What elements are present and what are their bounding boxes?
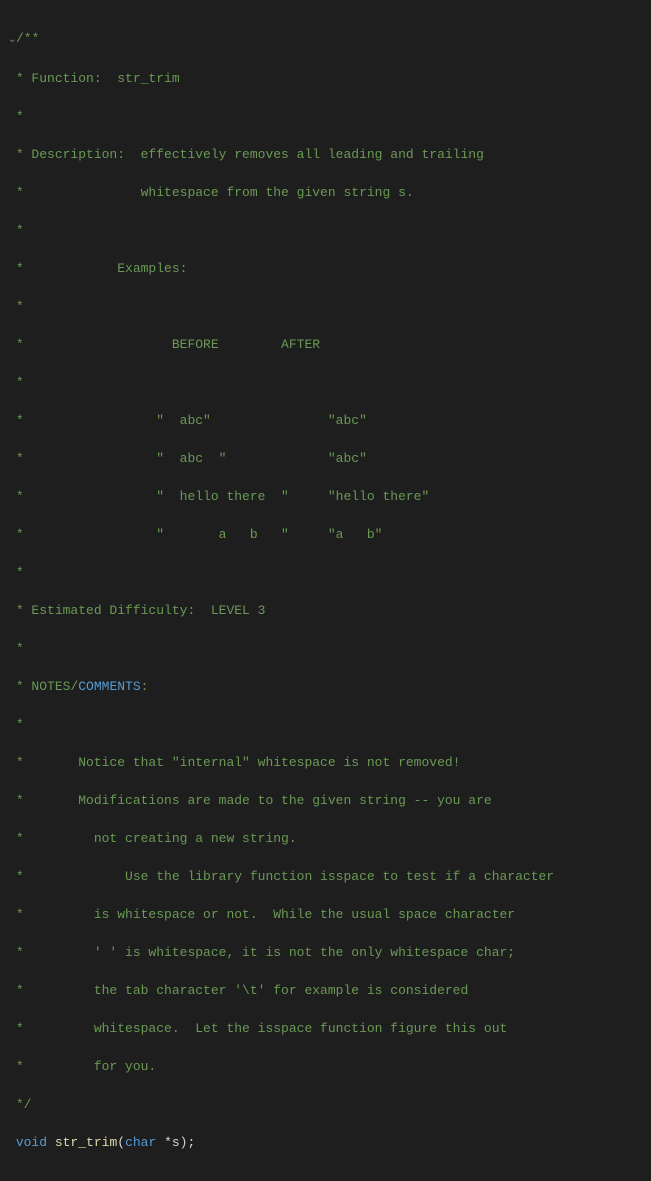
code-line: * not creating a new string. [8, 829, 651, 848]
comment-text: * NOTES/ [16, 679, 78, 694]
param-rest: *s); [156, 1135, 195, 1150]
code-line: ⌄/** [8, 29, 651, 50]
comment-text: * " hello there " "hello there" [16, 489, 429, 504]
code-line: * [8, 107, 651, 126]
code-line: * " a b " "a b" [8, 525, 651, 544]
comment-text: * Notice that "internal" whitespace is n… [16, 755, 461, 770]
comment-text: * " abc" "abc" [16, 413, 367, 428]
comment-text: * [16, 223, 24, 238]
code-line: * is whitespace or not. While the usual … [8, 905, 651, 924]
comment-text: * Examples: [16, 261, 188, 276]
code-line: * BEFORE AFTER [8, 335, 651, 354]
comment-text: * [16, 717, 24, 732]
comment-highlight: COMMENTS [78, 679, 140, 694]
comment-text: * not creating a new string. [16, 831, 297, 846]
code-line: * [8, 297, 651, 316]
comment-text: * [16, 109, 24, 124]
comment-text: * is whitespace or not. While the usual … [16, 907, 515, 922]
comment-text: : [141, 679, 149, 694]
function-name: str_trim [47, 1135, 117, 1150]
comment-text: * Description: effectively removes all l… [16, 147, 484, 162]
code-line: * " hello there " "hello there" [8, 487, 651, 506]
code-line: * the tab character '\t' for example is … [8, 981, 651, 1000]
comment-text: * Use the library function isspace to te… [16, 869, 554, 884]
code-line: */ [8, 1095, 651, 1114]
fold-arrow[interactable]: ⌄ [8, 31, 16, 50]
code-line: * [8, 221, 651, 240]
code-line: void str_trim(char *s); [8, 1133, 651, 1152]
code-line: * whitespace from the given string s. [8, 183, 651, 202]
comment-text: * " a b " "a b" [16, 527, 383, 542]
code-line: * [8, 639, 651, 658]
comment-text: * for you. [16, 1059, 156, 1074]
comment-text: * whitespace. Let the isspace function f… [16, 1021, 507, 1036]
comment-text: * Estimated Difficulty: LEVEL 3 [16, 603, 266, 618]
comment-text: * Modifications are made to the given st… [16, 793, 492, 808]
code-line: * " abc " "abc" [8, 449, 651, 468]
paren-open: ( [117, 1135, 125, 1150]
code-line: * Examples: [8, 259, 651, 278]
comment-text: * [16, 641, 24, 656]
keyword-void: void [16, 1135, 47, 1150]
code-line: * ' ' is whitespace, it is not the only … [8, 943, 651, 962]
code-line: * " abc" "abc" [8, 411, 651, 430]
code-line: * NOTES/COMMENTS: [8, 677, 651, 696]
code-line: * Notice that "internal" whitespace is n… [8, 753, 651, 772]
comment-text: * BEFORE AFTER [16, 337, 320, 352]
code-line: * [8, 715, 651, 734]
code-editor[interactable]: ⌄/** * Function: str_trim * * Descriptio… [0, 0, 651, 1181]
keyword-char: char [125, 1135, 156, 1150]
code-line: * Description: effectively removes all l… [8, 145, 651, 164]
code-line: * for you. [8, 1057, 651, 1076]
comment-text: /** [16, 31, 39, 46]
code-line: * [8, 563, 651, 582]
comment-text: * Function: str_trim [16, 71, 180, 86]
code-line: * Function: str_trim [8, 69, 651, 88]
comment-text: * whitespace from the given string s. [16, 185, 414, 200]
code-line: * whitespace. Let the isspace function f… [8, 1019, 651, 1038]
comment-text: * " abc " "abc" [16, 451, 367, 466]
comment-text: */ [16, 1097, 32, 1112]
comment-text: * [16, 565, 24, 580]
comment-text: * [16, 375, 24, 390]
comment-text: * [16, 299, 24, 314]
code-line: * [8, 373, 651, 392]
comment-text: * the tab character '\t' for example is … [16, 983, 468, 998]
comment-text: * ' ' is whitespace, it is not the only … [16, 945, 515, 960]
code-line: * Use the library function isspace to te… [8, 867, 651, 886]
code-line: * Modifications are made to the given st… [8, 791, 651, 810]
